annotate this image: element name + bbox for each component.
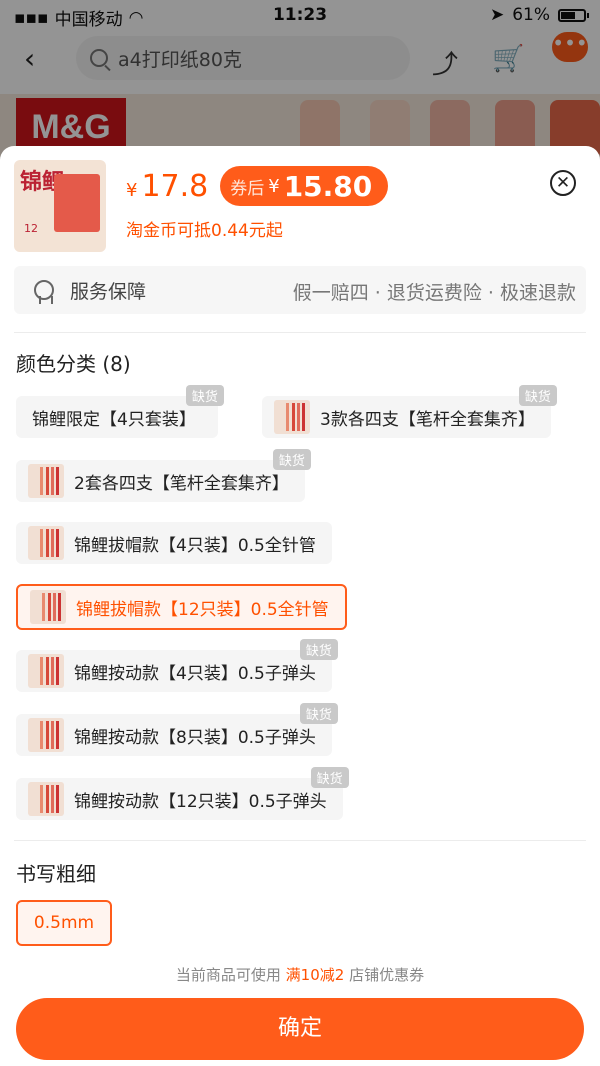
- option-thumbnail: [28, 782, 64, 816]
- option-label: 3款各四支【笔杆全套集齐】: [320, 409, 535, 430]
- option-label: 锦鲤按动款【4只装】0.5子弹头: [74, 663, 316, 684]
- sku-sheet: 锦鲤 12 ¥ 17.8 券后 ¥ 15.80 淘金币可抵0.44元起 ✕ 服务…: [0, 146, 600, 1066]
- badge-icon: [34, 280, 54, 304]
- thumbnail-count: 12: [24, 222, 38, 235]
- option-label: 锦鲤限定【4只套装】: [32, 409, 196, 430]
- option-label: 锦鲤拔帽款【12只装】0.5全针管: [76, 599, 329, 620]
- option-thumbnail: [28, 464, 64, 498]
- color-option[interactable]: 锦鲤拔帽款【4只装】0.5全针管: [16, 522, 332, 564]
- option-label: 锦鲤按动款【12只装】0.5子弹头: [74, 791, 327, 812]
- option-thumbnail: [274, 400, 310, 434]
- option-thumbnail: [28, 718, 64, 752]
- color-option[interactable]: 锦鲤按动款【12只装】0.5子弹头 缺货: [16, 767, 349, 820]
- size-option-selected[interactable]: 0.5mm: [16, 900, 112, 946]
- service-label: 服务保障: [70, 280, 147, 303]
- out-of-stock-badge: 缺货: [310, 767, 349, 788]
- option-thumbnail: [28, 526, 64, 560]
- color-section-title: 颜色分类 (8): [16, 352, 131, 376]
- current-price: ¥ 17.8: [126, 169, 208, 204]
- out-of-stock-badge: 缺货: [299, 703, 338, 724]
- out-of-stock-badge: 缺货: [185, 385, 224, 406]
- option-label: 锦鲤拔帽款【4只装】0.5全针管: [74, 535, 316, 556]
- price-row: ¥ 17.8 券后 ¥ 15.80: [126, 166, 389, 206]
- color-option[interactable]: 锦鲤按动款【4只装】0.5子弹头 缺货: [16, 639, 338, 692]
- color-option-selected[interactable]: 锦鲤拔帽款【12只装】0.5全针管: [16, 584, 347, 630]
- option-label: 2套各四支【笔杆全套集齐】: [74, 473, 289, 494]
- coupon-note-prefix: 当前商品可使用: [175, 966, 281, 984]
- coupon-price-label: 券后: [230, 178, 265, 199]
- option-thumbnail: [28, 654, 64, 688]
- taojinbi-note: 淘金币可抵0.44元起: [126, 221, 283, 241]
- out-of-stock-badge: 缺货: [272, 449, 311, 470]
- option-thumbnail: [30, 590, 66, 624]
- confirm-button[interactable]: 确定: [16, 998, 584, 1060]
- divider: [14, 332, 586, 333]
- option-label: 锦鲤按动款【8只装】0.5子弹头: [74, 727, 316, 748]
- color-option[interactable]: 3款各四支【笔杆全套集齐】 缺货: [262, 385, 557, 438]
- divider: [14, 840, 586, 841]
- color-option[interactable]: 锦鲤按动款【8只装】0.5子弹头 缺货: [16, 703, 338, 756]
- coupon-price-value: 15.80: [283, 169, 373, 203]
- color-option[interactable]: 锦鲤限定【4只套装】 缺货: [16, 385, 224, 438]
- color-option[interactable]: 2套各四支【笔杆全套集齐】 缺货: [16, 449, 311, 502]
- thumbnail-box: [54, 174, 100, 232]
- coupon-note-suffix: 店铺优惠券: [349, 966, 425, 984]
- out-of-stock-badge: 缺货: [299, 639, 338, 660]
- out-of-stock-badge: 缺货: [518, 385, 557, 406]
- coupon-price-badge: 券后 ¥ 15.80: [220, 166, 389, 206]
- coupon-note-highlight[interactable]: 满10减2: [286, 966, 345, 984]
- product-thumbnail[interactable]: 锦鲤 12: [14, 160, 106, 252]
- coupon-note: 当前商品可使用 满10减2 店铺优惠券: [0, 964, 600, 985]
- size-section-title: 书写粗细: [16, 862, 96, 886]
- coupon-currency: ¥: [268, 175, 280, 197]
- close-icon[interactable]: ✕: [550, 170, 576, 196]
- dim-overlay[interactable]: [0, 0, 600, 160]
- service-detail: 假一赔四 · 退货运费险 · 极速退款: [292, 282, 576, 304]
- price-value: 17.8: [141, 168, 209, 204]
- service-guarantee-row[interactable]: 服务保障 假一赔四 · 退货运费险 · 极速退款: [14, 266, 586, 314]
- currency-symbol: ¥: [126, 179, 138, 201]
